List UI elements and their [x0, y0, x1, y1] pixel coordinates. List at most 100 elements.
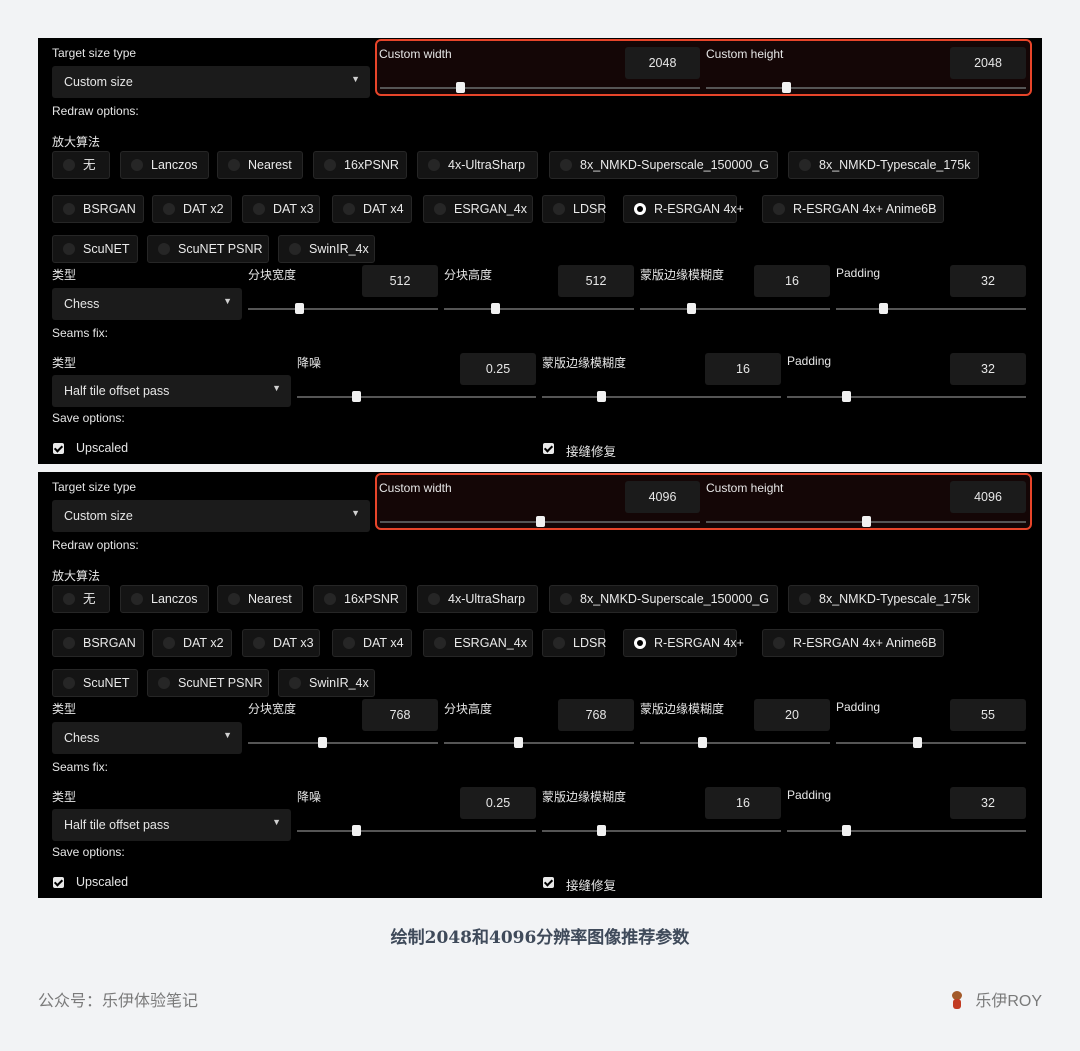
- upscaler-option[interactable]: BSRGAN: [52, 195, 144, 223]
- upscaler-option[interactable]: DAT x4: [332, 195, 412, 223]
- mask-blur-slider-thumb[interactable]: [698, 737, 708, 748]
- seams-mask-blur-slider[interactable]: [542, 825, 781, 836]
- upscaler-option[interactable]: DAT x3: [242, 629, 320, 657]
- tile-width-input[interactable]: 768: [362, 699, 438, 731]
- target-size-type-dropdown[interactable]: Custom size ▼: [52, 500, 370, 532]
- denoise-slider[interactable]: [297, 391, 536, 402]
- custom-width-slider[interactable]: [380, 516, 700, 527]
- denoise-slider-thumb[interactable]: [352, 391, 362, 402]
- upscaler-option[interactable]: ESRGAN_4x: [423, 195, 533, 223]
- upscaler-option[interactable]: 无: [52, 585, 110, 613]
- custom-width-input[interactable]: 2048: [625, 47, 700, 79]
- upscaler-option[interactable]: DAT x4: [332, 629, 412, 657]
- tile-height-slider-thumb[interactable]: [490, 303, 500, 314]
- upscaler-option[interactable]: 16xPSNR: [313, 151, 407, 179]
- tile-height-input[interactable]: 768: [558, 699, 634, 731]
- upscaled-checkbox[interactable]: [53, 443, 64, 454]
- seams-padding-slider[interactable]: [787, 391, 1026, 402]
- upscaler-option[interactable]: Nearest: [217, 151, 303, 179]
- tile-height-input[interactable]: 512: [558, 265, 634, 297]
- seams-mask-blur-slider-thumb[interactable]: [597, 391, 607, 402]
- seams-mask-blur-input[interactable]: 16: [705, 787, 781, 819]
- upscaled-checkbox[interactable]: [53, 877, 64, 888]
- type-dropdown[interactable]: Chess ▼: [52, 722, 242, 754]
- upscaler-option[interactable]: ScuNET PSNR: [147, 235, 269, 263]
- custom-height-slider[interactable]: [706, 516, 1026, 527]
- mask-blur-slider-thumb[interactable]: [686, 303, 696, 314]
- custom-width-slider[interactable]: [380, 82, 700, 93]
- seams-fix-checkbox[interactable]: [543, 877, 554, 888]
- seams-fix-checkbox[interactable]: [543, 443, 554, 454]
- upscaler-option[interactable]: 4x-UltraSharp: [417, 585, 538, 613]
- upscaler-option[interactable]: 8x_NMKD-Typescale_175k: [788, 151, 979, 179]
- custom-height-slider-thumb[interactable]: [781, 82, 791, 93]
- tile-width-input[interactable]: 512: [362, 265, 438, 297]
- custom-height-input[interactable]: 2048: [950, 47, 1026, 79]
- denoise-slider-thumb[interactable]: [352, 825, 362, 836]
- upscaler-option[interactable]: ESRGAN_4x: [423, 629, 533, 657]
- upscaler-option[interactable]: R-ESRGAN 4x+ Anime6B: [762, 195, 944, 223]
- tile-width-slider-thumb[interactable]: [317, 737, 327, 748]
- tile-height-slider[interactable]: [444, 303, 634, 314]
- upscaler-option[interactable]: R-ESRGAN 4x+ Anime6B: [762, 629, 944, 657]
- upscaler-option[interactable]: R-ESRGAN 4x+: [623, 195, 744, 223]
- seams-padding-slider-thumb[interactable]: [842, 825, 852, 836]
- padding-input[interactable]: 32: [950, 265, 1026, 297]
- upscaler-option[interactable]: LDSR: [542, 629, 606, 657]
- mask-blur-input[interactable]: 16: [754, 265, 830, 297]
- custom-width-slider-thumb[interactable]: [455, 82, 465, 93]
- upscaler-option[interactable]: DAT x2: [152, 195, 232, 223]
- upscaler-option[interactable]: ScuNET PSNR: [147, 669, 269, 697]
- tile-width-slider[interactable]: [248, 737, 438, 748]
- upscaler-option[interactable]: DAT x2: [152, 629, 232, 657]
- seams-padding-slider[interactable]: [787, 825, 1026, 836]
- padding-slider[interactable]: [836, 737, 1026, 748]
- custom-width-slider-thumb[interactable]: [535, 516, 545, 527]
- tile-width-slider[interactable]: [248, 303, 438, 314]
- seams-type-dropdown[interactable]: Half tile offset pass ▼: [52, 375, 291, 407]
- mask-blur-input[interactable]: 20: [754, 699, 830, 731]
- seams-padding-input[interactable]: 32: [950, 353, 1026, 385]
- denoise-input[interactable]: 0.25: [460, 787, 536, 819]
- upscaler-option[interactable]: SwinIR_4x: [278, 669, 375, 697]
- target-size-type-dropdown[interactable]: Custom size ▼: [52, 66, 370, 98]
- mask-blur-slider[interactable]: [640, 303, 830, 314]
- custom-width-input[interactable]: 4096: [625, 481, 700, 513]
- upscaler-option[interactable]: R-ESRGAN 4x+: [623, 629, 744, 657]
- denoise-slider[interactable]: [297, 825, 536, 836]
- custom-height-input[interactable]: 4096: [950, 481, 1026, 513]
- upscaler-option[interactable]: ScuNET: [52, 669, 138, 697]
- type-dropdown[interactable]: Chess ▼: [52, 288, 242, 320]
- upscaler-option[interactable]: Nearest: [217, 585, 303, 613]
- tile-width-slider-thumb[interactable]: [294, 303, 304, 314]
- seams-mask-blur-slider[interactable]: [542, 391, 781, 402]
- custom-height-slider[interactable]: [706, 82, 1026, 93]
- upscaler-option[interactable]: BSRGAN: [52, 629, 144, 657]
- upscaler-option[interactable]: 16xPSNR: [313, 585, 407, 613]
- seams-mask-blur-slider-thumb[interactable]: [597, 825, 607, 836]
- padding-slider-thumb[interactable]: [913, 737, 923, 748]
- upscaler-option[interactable]: DAT x3: [242, 195, 320, 223]
- upscaler-option[interactable]: 8x_NMKD-Superscale_150000_G: [549, 151, 778, 179]
- upscaler-option[interactable]: 无: [52, 151, 110, 179]
- upscaler-option[interactable]: 4x-UltraSharp: [417, 151, 538, 179]
- tile-height-slider-thumb[interactable]: [513, 737, 523, 748]
- upscaler-option[interactable]: Lanczos: [120, 151, 209, 179]
- upscaler-option[interactable]: SwinIR_4x: [278, 235, 375, 263]
- upscaler-option[interactable]: ScuNET: [52, 235, 138, 263]
- upscaler-option[interactable]: LDSR: [542, 195, 606, 223]
- tile-height-slider[interactable]: [444, 737, 634, 748]
- seams-padding-slider-thumb[interactable]: [842, 391, 852, 402]
- mask-blur-slider[interactable]: [640, 737, 830, 748]
- seams-type-dropdown[interactable]: Half tile offset pass ▼: [52, 809, 291, 841]
- padding-input[interactable]: 55: [950, 699, 1026, 731]
- custom-height-slider-thumb[interactable]: [861, 516, 871, 527]
- upscaler-option[interactable]: 8x_NMKD-Typescale_175k: [788, 585, 979, 613]
- upscaler-option[interactable]: 8x_NMKD-Superscale_150000_G: [549, 585, 778, 613]
- seams-padding-input[interactable]: 32: [950, 787, 1026, 819]
- upscaler-option[interactable]: Lanczos: [120, 585, 209, 613]
- seams-mask-blur-input[interactable]: 16: [705, 353, 781, 385]
- denoise-input[interactable]: 0.25: [460, 353, 536, 385]
- padding-slider[interactable]: [836, 303, 1026, 314]
- padding-slider-thumb[interactable]: [879, 303, 888, 314]
